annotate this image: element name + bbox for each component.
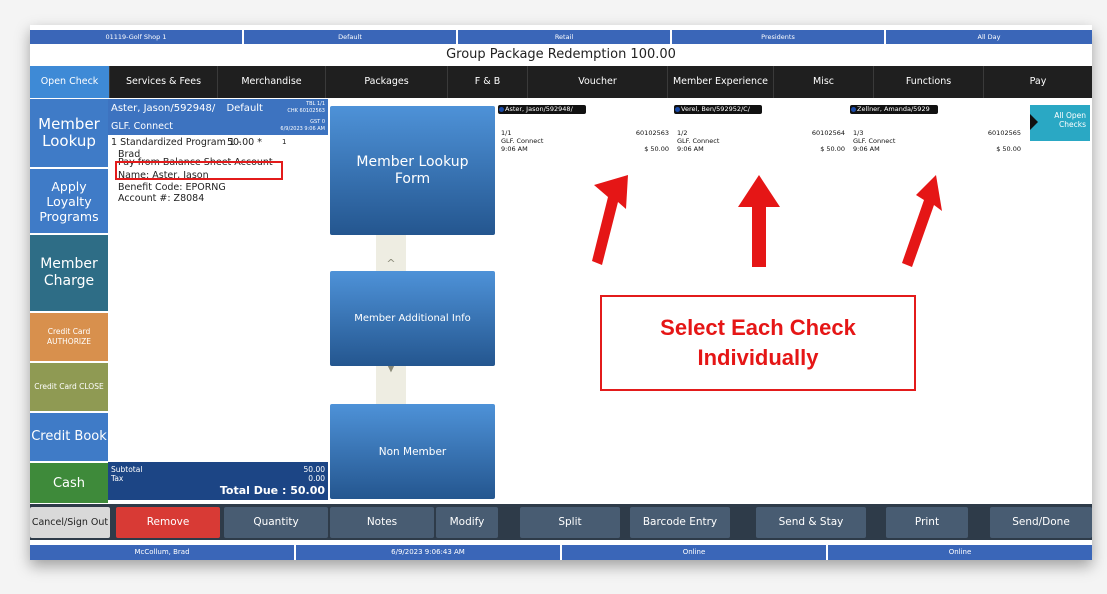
tab-services-fees[interactable]: Services & Fees [110,66,218,98]
action-bar: Cancel/Sign Out Remove Quantity Notes Mo… [30,504,1092,540]
open-check-card[interactable]: Aster, Jason/592948/ 1/1 60102563 GLF. Co… [498,105,672,171]
check-time: 9:06 AM [853,145,880,153]
tab-pay[interactable]: Pay [984,66,1092,98]
check-type: GLF. Connect [853,137,896,145]
check-seq: 1/1 [501,129,512,137]
line-item-price: 50.00 * [227,137,262,148]
cancel-sign-out-button[interactable]: Cancel/Sign Out [30,507,110,538]
status-online-1: Online [562,545,826,560]
member-lookup-form-button[interactable]: Member Lookup Form [330,106,495,235]
check-number: 60102563 [635,129,669,137]
send-and-stay-button[interactable]: Send & Stay [756,507,866,538]
info-bar: 01119-Golf Shop 1 Default Retail Preside… [30,30,1092,44]
check-amount: $ 50.00 [996,145,1021,153]
split-button[interactable]: Split [520,507,620,538]
tab-merchandise[interactable]: Merchandise [218,66,326,98]
tab-packages[interactable]: Packages [326,66,448,98]
member-charge-button[interactable]: Member Charge [30,235,108,313]
member-lookup-button[interactable]: Member Lookup [30,99,108,169]
credit-book-button[interactable]: Credit Book [30,413,108,463]
subtotal-value: 50.00 [303,465,325,474]
check-type: GLF. Connect [501,137,544,145]
tab-voucher[interactable]: Voucher [528,66,668,98]
triangle-right-icon [1030,114,1038,130]
info-type: Retail [458,30,670,44]
tax-value: 0.00 [308,474,325,483]
receipt-subheader: GLF. Connect GST 0 6/9/2023 9:06 AM [108,119,328,135]
barcode-entry-button[interactable]: Barcode Entry [630,507,730,538]
tax-label: Tax [111,474,124,483]
check-receipt: Aster, Jason/592948/ Default TBL 1/1 CHK… [108,99,406,499]
receipt-tbl: TBL 1/1 [306,101,325,107]
receipt-datetime: 6/9/2023 9:06 AM [280,126,325,132]
notes-button[interactable]: Notes [330,507,434,538]
check-number: 60102565 [987,129,1021,137]
instruction-callout: Select Each Check Individually [600,295,916,391]
check-amount: $ 50.00 [820,145,845,153]
check-number: 60102564 [811,129,845,137]
all-open-checks-label: All Open Checks [1054,111,1086,129]
check-seq: 1/2 [677,129,688,137]
status-datetime: 6/9/2023 9:06:43 AM [296,545,560,560]
status-user: McCollum, Brad [30,545,294,560]
quantity-button[interactable]: Quantity [224,507,328,538]
main-tabs: Open Check Services & Fees Merchandise P… [30,66,1092,98]
totals-panel: Subtotal 50.00 Tax 0.00 Total Due : 50.0… [108,462,328,500]
remove-button[interactable]: Remove [116,507,220,538]
tab-misc[interactable]: Misc [774,66,874,98]
red-arrow-icon [738,175,780,267]
subtotal-label: Subtotal [111,465,143,474]
receipt-default: Default [226,103,263,114]
info-period: All Day [886,30,1092,44]
scroll-up-icon[interactable]: ^ [376,257,406,270]
account-line: Account #: Z8084 [118,193,205,204]
open-check-card[interactable]: Zellner, Amanda/5929 1/3 60102565 GLF. Co… [850,105,1024,171]
check-time: 9:06 AM [677,145,704,153]
tab-open-check[interactable]: Open Check [30,66,110,98]
status-online-2: Online [828,545,1092,560]
red-arrow-icon [592,175,628,265]
credit-card-authorize-button[interactable]: Credit Card AUTHORIZE [30,313,108,363]
cash-button[interactable]: Cash [30,463,108,505]
line-item-continuation: Brad [118,148,141,157]
check-time: 9:06 AM [501,145,528,153]
open-check-card[interactable]: Verel, Ben/592952/C/ 1/2 60102564 GLF. Co… [674,105,848,171]
line-item-name: 1 Standardized Program 1 - [111,137,242,148]
check-seq: 1/3 [853,129,864,137]
receipt-chk: CHK 60102563 [287,108,325,114]
red-arrow-icon [902,175,942,267]
highlight-box [115,161,283,180]
all-open-checks-button[interactable]: All Open Checks [1030,105,1090,141]
left-button-column: Member Lookup Apply Loyalty Programs Mem… [30,99,108,505]
credit-card-close-button[interactable]: Credit Card CLOSE [30,363,108,413]
apply-loyalty-programs-button[interactable]: Apply Loyalty Programs [30,169,108,235]
tab-fnb[interactable]: F & B [448,66,528,98]
modify-button[interactable]: Modify [436,507,498,538]
send-done-button[interactable]: Send/Done [990,507,1092,538]
line-item-qty: 1 [282,138,287,146]
benefit-code-line: Benefit Code: EPORNG [118,181,226,193]
print-button[interactable]: Print [886,507,968,538]
non-member-button[interactable]: Non Member [330,404,495,499]
receipt-package-name: GLF. Connect [111,121,173,132]
receipt-line-item[interactable]: 1 Standardized Program 1 - 50.00 * 1 [108,137,328,149]
check-member-name: Verel, Ben/592952/C/ [674,105,762,114]
receipt-header: Aster, Jason/592948/ Default TBL 1/1 CHK… [108,99,328,119]
check-member-name: Zellner, Amanda/5929 [850,105,938,114]
receipt-member-name: Aster, Jason/592948/ [111,103,216,114]
tab-member-experience[interactable]: Member Experience [668,66,774,98]
info-shop: 01119-Golf Shop 1 [30,30,242,44]
member-additional-info-button[interactable]: Member Additional Info [330,271,495,366]
page-title: Group Package Redemption 100.00 [446,47,676,62]
tab-functions[interactable]: Functions [874,66,984,98]
check-amount: $ 50.00 [644,145,669,153]
info-menu: Default [244,30,456,44]
check-member-name: Aster, Jason/592948/ [498,105,586,114]
receipt-gst: GST 0 [310,119,325,125]
pos-window: 01119-Golf Shop 1 Default Retail Preside… [30,25,1092,560]
total-due: Total Due : 50.00 [219,484,325,497]
info-level: Presidents [672,30,884,44]
check-type: GLF. Connect [677,137,720,145]
status-bar: McCollum, Brad 6/9/2023 9:06:43 AM Onlin… [30,545,1092,560]
